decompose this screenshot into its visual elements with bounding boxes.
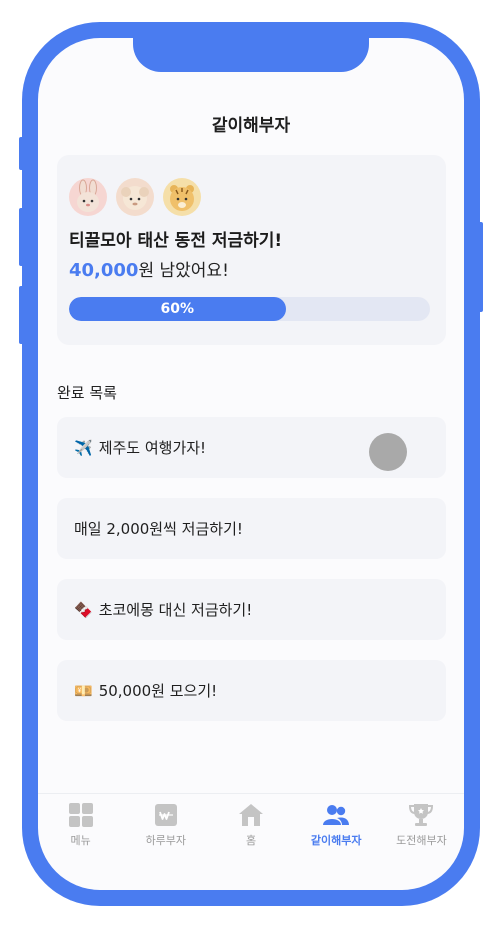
grid-menu-icon xyxy=(68,803,93,827)
tab-daily[interactable]: 하루부자 xyxy=(123,794,208,854)
phone-frame: 같이해부자 티끌모아 태산 동전 저금하기! 40,000원 남았어요! 60%… xyxy=(22,22,480,906)
tiger-avatar xyxy=(163,178,201,216)
notch xyxy=(133,38,369,72)
people-icon xyxy=(323,805,350,825)
home-icon xyxy=(239,804,263,826)
trophy-icon xyxy=(409,804,434,826)
tab-together[interactable]: 같이해부자 xyxy=(294,794,379,854)
challenge-title: 티끌모아 태산 동전 저금하기! xyxy=(69,231,283,251)
challenge-card[interactable]: 티끌모아 태산 동전 저금하기! 40,000원 남았어요! 60% xyxy=(57,155,446,345)
completed-item[interactable]: 매일 2,000원씩 저금하기! xyxy=(57,498,446,559)
completed-item-label: 50,000원 모으기! xyxy=(98,682,218,700)
airplane-icon: ✈️ xyxy=(74,438,93,457)
completed-item-label: 매일 2,000원씩 저금하기! xyxy=(74,520,243,538)
tab-label: 같이해부자 xyxy=(310,834,362,847)
tab-label: 홈 xyxy=(245,834,257,847)
tab-label: 메뉴 xyxy=(70,834,91,847)
sheep-avatar xyxy=(116,178,154,216)
tab-home[interactable]: 홈 xyxy=(208,794,293,854)
remaining-text: 40,000원 남았어요! xyxy=(69,256,229,281)
tab-label: 도전해부자 xyxy=(396,834,447,847)
app-screen: 같이해부자 티끌모아 태산 동전 저금하기! 40,000원 남았어요! 60%… xyxy=(38,38,464,890)
progress-bar: 60% xyxy=(69,297,430,321)
avatar-group xyxy=(69,178,210,216)
completed-item[interactable]: 💴 50,000원 모으기! xyxy=(57,660,446,721)
tab-challenge[interactable]: 도전해부자 xyxy=(379,794,464,854)
bottom-tab-bar: 메뉴 하루부자 홈 같이해부자 도전해부자 xyxy=(38,793,464,854)
progress-label: 60% xyxy=(160,301,195,317)
chocolate-icon: 🍫 xyxy=(74,600,93,619)
wallet-icon xyxy=(154,804,177,826)
tab-menu[interactable]: 메뉴 xyxy=(38,794,123,854)
remaining-amount: 40,000 xyxy=(69,260,139,281)
completed-item-label: 초코에몽 대신 저금하기! xyxy=(98,601,253,619)
rabbit-avatar xyxy=(69,178,107,216)
completed-item-label: 제주도 여행가자! xyxy=(98,439,207,457)
tab-label: 하루부자 xyxy=(145,834,187,847)
money-icon: 💴 xyxy=(74,681,93,700)
progress-fill: 60% xyxy=(69,297,286,321)
remaining-suffix: 원 남았어요! xyxy=(138,261,229,281)
page-title: 같이해부자 xyxy=(211,116,291,136)
completed-item[interactable]: 🍫 초코에몽 대신 저금하기! xyxy=(57,579,446,640)
touch-indicator xyxy=(369,433,407,471)
completed-list-label: 완료 목록 xyxy=(57,384,117,402)
